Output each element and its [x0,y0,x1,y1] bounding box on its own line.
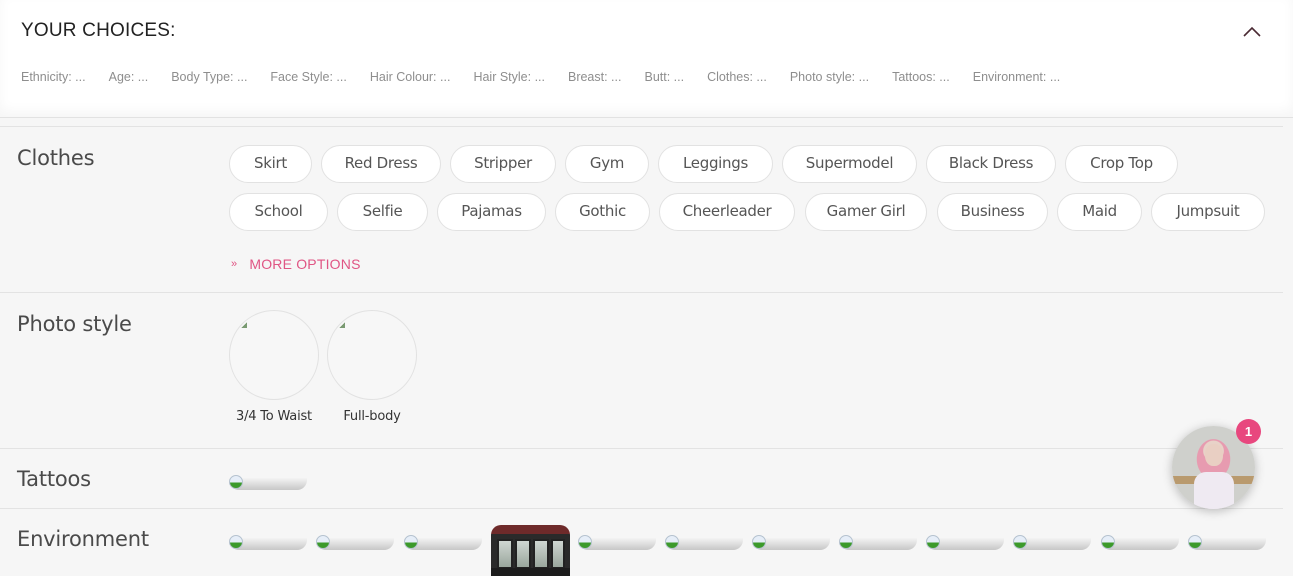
choice-butt[interactable]: Butt: ... [644,70,684,84]
environment-option[interactable] [316,535,394,550]
clothes-option-business[interactable]: Business [937,193,1048,231]
clothes-option-leggings[interactable]: Leggings [658,145,773,183]
clothes-option-cheerleader[interactable]: Cheerleader [659,193,795,231]
environment-option[interactable] [404,535,482,550]
choice-breast[interactable]: Breast: ... [568,70,622,84]
collapse-choices-button[interactable] [1240,22,1264,42]
avatar-shirt [1194,472,1234,509]
clothes-option-crop-top[interactable]: Crop Top [1065,145,1178,183]
clothes-label: Clothes [17,146,95,170]
clothes-option-stripper[interactable]: Stripper [450,145,556,183]
environment-option[interactable] [1188,535,1266,550]
broken-image-icon [665,535,679,549]
clothes-option-supermodel[interactable]: Supermodel [782,145,917,183]
broken-image-icon [752,535,766,549]
clothes-option-red-dress[interactable]: Red Dress [321,145,441,183]
broken-image-icon [229,475,243,489]
photo-style-option-three-quarter[interactable]: 3/4 To Waist [229,310,319,424]
broken-image-icon [578,535,592,549]
broken-image-icon [839,535,853,549]
choice-clothes[interactable]: Clothes: ... [707,70,767,84]
choice-face-style[interactable]: Face Style: ... [270,70,346,84]
tattoos-label: Tattoos [17,467,91,491]
window-shape [515,539,531,569]
window-shape [533,539,549,569]
clothes-option-black-dress[interactable]: Black Dress [926,145,1056,183]
broken-image-icon [339,322,345,328]
window-shape [551,539,565,569]
choices-summary: Ethnicity: ... Age: ... Body Type: ... F… [21,70,1083,84]
environment-option[interactable] [752,535,830,550]
floor-shape [491,568,570,576]
broken-image-icon [316,535,330,549]
photo-style-image [327,310,417,400]
clothes-option-school[interactable]: School [229,193,328,231]
clothes-option-selfie[interactable]: Selfie [337,193,428,231]
environment-option[interactable] [839,535,917,550]
double-chevron-down-icon: » [231,258,238,270]
choice-hair-colour[interactable]: Hair Colour: ... [370,70,451,84]
more-options-button[interactable]: » MORE OPTIONS [231,256,361,272]
photo-style-option-full-body[interactable]: Full-body [327,310,417,424]
choices-title: YOUR CHOICES: [21,20,176,41]
clothes-option-pajamas[interactable]: Pajamas [437,193,546,231]
choice-hair-style[interactable]: Hair Style: ... [473,70,545,84]
clothes-option-gothic[interactable]: Gothic [555,193,650,231]
photo-style-option-label: Full-body [343,409,401,424]
clothes-option-gym[interactable]: Gym [565,145,649,183]
more-options-label: MORE OPTIONS [249,256,361,272]
window-shape [497,539,513,569]
environment-label: Environment [17,527,149,551]
environment-option[interactable] [665,535,743,550]
broken-image-icon [241,322,247,328]
photo-style-label: Photo style [17,312,132,336]
environment-option-gym-photo[interactable] [491,525,570,576]
photo-style-section [0,293,1283,449]
broken-image-icon [1013,535,1027,549]
choice-age[interactable]: Age: ... [109,70,149,84]
tattoos-section [0,449,1283,509]
choice-ethnicity[interactable]: Ethnicity: ... [21,70,86,84]
choice-body-type[interactable]: Body Type: ... [171,70,247,84]
choices-panel: YOUR CHOICES: Ethnicity: ... Age: ... Bo… [0,0,1293,118]
tattoo-option[interactable] [229,475,307,490]
environment-option[interactable] [229,535,307,550]
environment-option[interactable] [1013,535,1091,550]
broken-image-icon [404,535,418,549]
clothes-option-maid[interactable]: Maid [1057,193,1142,231]
notification-badge: 1 [1236,419,1261,444]
choice-photo-style[interactable]: Photo style: ... [790,70,869,84]
broken-image-icon [926,535,940,549]
broken-image-icon [1188,535,1202,549]
avatar-face [1205,444,1223,466]
choice-tattoos[interactable]: Tattoos: ... [892,70,950,84]
environment-option[interactable] [578,535,656,550]
clothes-option-gamer-girl[interactable]: Gamer Girl [805,193,927,231]
broken-image-icon [1101,535,1115,549]
photo-style-image [229,310,319,400]
environment-option[interactable] [926,535,1004,550]
choice-environment[interactable]: Environment: ... [973,70,1061,84]
clothes-option-jumpsuit[interactable]: Jumpsuit [1151,193,1265,231]
clothes-option-skirt[interactable]: Skirt [229,145,312,183]
broken-image-icon [229,535,243,549]
environment-option[interactable] [1101,535,1179,550]
photo-style-option-label: 3/4 To Waist [236,409,312,424]
chevron-up-icon [1243,26,1261,37]
